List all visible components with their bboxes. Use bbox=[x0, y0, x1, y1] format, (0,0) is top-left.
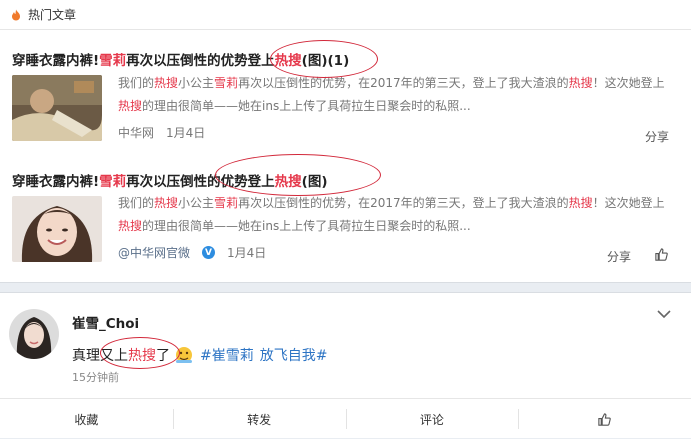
post-time: 15分钟前 bbox=[72, 371, 119, 384]
article-date: 1月4日 bbox=[227, 246, 267, 260]
like-button[interactable] bbox=[518, 399, 691, 439]
card-title: 热门文章 bbox=[28, 8, 77, 22]
weibo-post-card: 崔雪_Choi 真理 又上 热搜了 #崔雪莉 放飞自我# 15分钟前 收藏 转发 评… bbox=[0, 292, 691, 438]
fire-icon bbox=[12, 9, 20, 20]
post-actions: 收藏 转发 评论 bbox=[0, 398, 691, 439]
emoji-icon bbox=[176, 347, 192, 363]
article-thumbnail[interactable] bbox=[12, 196, 102, 262]
verified-icon: V bbox=[202, 246, 216, 259]
thumbs-up-icon bbox=[598, 412, 611, 426]
article-title[interactable]: 穿睡衣露内裤!雪莉再次以压倒性的优势登上热搜(图)(1) bbox=[12, 49, 349, 69]
article-meta: 中华网 1月4日 bbox=[118, 124, 205, 141]
article-source[interactable]: 中华网 bbox=[118, 124, 154, 141]
username[interactable]: 崔雪_Choi bbox=[72, 312, 139, 332]
article-summary: 我们的热搜小公主雪莉再次以压倒性的优势，在2017年的第三天，登上了我大渣浪的热… bbox=[118, 196, 665, 233]
article-source[interactable]: @中华网官微 bbox=[118, 244, 190, 261]
chevron-down-icon[interactable] bbox=[657, 309, 671, 319]
collect-button[interactable]: 收藏 bbox=[0, 399, 173, 439]
card-header: 热门文章 bbox=[0, 0, 691, 30]
hashtag-link[interactable]: 放飞自我# bbox=[260, 345, 328, 365]
article-thumbnail[interactable] bbox=[12, 75, 102, 141]
hashtag-link[interactable]: #崔雪莉 bbox=[200, 345, 254, 365]
comment-button[interactable]: 评论 bbox=[345, 399, 519, 439]
share-button[interactable]: 分享 bbox=[645, 128, 669, 145]
hot-articles-card: 热门文章 穿睡衣露内裤!雪莉再次以压倒性的优势登上热搜(图)(1) 我们的热搜小… bbox=[0, 0, 691, 283]
post-text: 真理 又上 热搜了 #崔雪莉 放飞自我# bbox=[72, 345, 327, 365]
share-button[interactable]: 分享 bbox=[607, 248, 631, 265]
article-date: 1月4日 bbox=[166, 126, 206, 140]
article-summary: 我们的热搜小公主雪莉再次以压倒性的优势，在2017年的第三天，登上了我大渣浪的热… bbox=[118, 76, 665, 113]
article-meta: @中华网官微 V 1月4日 bbox=[118, 244, 266, 261]
article-item[interactable]: 穿睡衣露内裤!雪莉再次以压倒性的优势登上热搜(图) 我们的热搜小公主雪莉再次以压… bbox=[0, 150, 691, 280]
forward-button[interactable]: 转发 bbox=[172, 399, 346, 439]
article-item[interactable]: 穿睡衣露内裤!雪莉再次以压倒性的优势登上热搜(图)(1) 我们的热搜小公主雪莉再… bbox=[0, 30, 691, 150]
article-title[interactable]: 穿睡衣露内裤!雪莉再次以压倒性的优势登上热搜(图) bbox=[12, 170, 328, 190]
avatar[interactable] bbox=[9, 309, 59, 359]
like-icon[interactable] bbox=[654, 247, 669, 262]
